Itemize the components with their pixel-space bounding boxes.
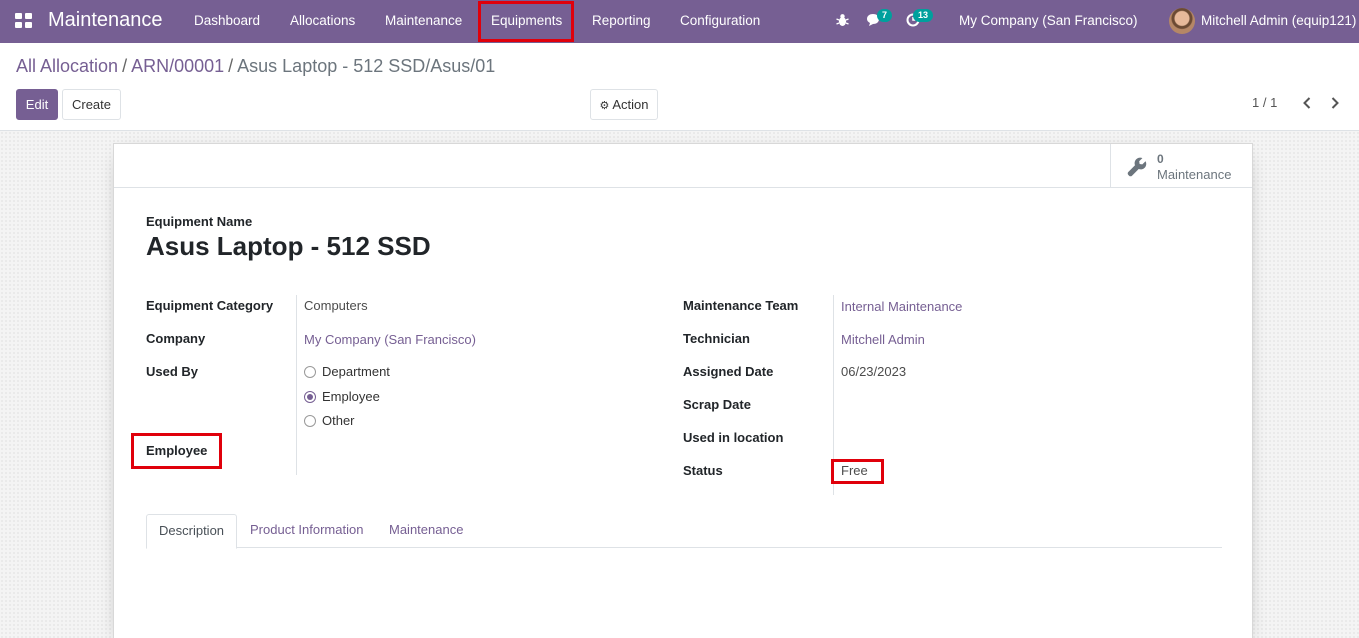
radio-checked-icon [304,390,316,403]
menu-allocations[interactable]: Allocations [290,0,355,43]
radio-label-other: Other [322,413,355,428]
top-navbar: Maintenance Dashboard Allocations Mainte… [0,0,1359,43]
maintenance-team-label: Maintenance Team [683,298,799,313]
debug-bug-icon[interactable] [836,13,849,27]
technician-value[interactable]: Mitchell Admin [841,332,925,347]
pager-previous-icon[interactable] [1302,97,1312,109]
form-sheet: 0 Maintenance Equipment Name Asus Laptop… [113,143,1253,638]
radio-unchecked-icon [304,414,316,427]
maintenance-smart-button[interactable]: 0 Maintenance [1110,144,1252,188]
messages-badge: 7 [877,9,893,22]
technician-label: Technician [683,331,750,346]
menu-dashboard[interactable]: Dashboard [194,0,260,43]
left-group-divider [296,295,297,475]
equipment-category-value[interactable]: Computers [304,298,368,313]
breadcrumb: All Allocation / ARN/00001/Asus Laptop - 5… [16,56,495,77]
menu-reporting[interactable]: Reporting [592,0,651,43]
pager-next-icon[interactable] [1330,97,1340,109]
wrench-icon [1127,157,1147,177]
radio-unchecked-icon [304,365,316,378]
user-menu[interactable]: Mitchell Admin (equip121) [1201,0,1356,42]
assigned-date-value[interactable]: 06/23/2023 [841,364,906,379]
maintenance-count: 0 [1157,152,1164,166]
tab-product-information[interactable]: Product Information [238,514,375,548]
gear-icon: ⚙ [599,100,610,112]
breadcrumb-separator: / [122,56,128,76]
employee-label: Employee [146,443,208,458]
used-by-other-radio[interactable]: Other [304,413,355,428]
company-label: Company [146,331,206,346]
used-by-label: Used By [146,364,199,379]
pager-value[interactable]: 1 / 1 [1252,95,1277,110]
menu-configuration[interactable]: Configuration [680,0,760,43]
breadcrumb-separator: / [228,56,234,76]
status-label: Status [683,463,723,478]
app-brand[interactable]: Maintenance [48,9,163,32]
edit-button[interactable]: Edit [16,89,58,120]
breadcrumb-current: Asus Laptop - 512 SSD/Asus/01 [237,56,496,76]
company-value[interactable]: My Company (San Francisco) [304,332,476,347]
menu-equipments[interactable]: Equipments [491,0,562,43]
equipment-category-label: Equipment Category [146,298,274,313]
breadcrumb-allocation-record[interactable]: ARN/00001 [131,56,224,76]
notebook-tabs: Description Product Information Maintena… [146,514,1222,549]
used-by-employee-radio[interactable]: Employee [304,389,380,404]
menu-maintenance[interactable]: Maintenance [385,0,462,43]
maintenance-team-value[interactable]: Internal Maintenance [841,299,962,314]
maintenance-count-label: Maintenance [1157,167,1232,182]
equipment-name-label: Equipment Name [146,214,253,229]
used-in-location-label: Used in location [683,430,784,445]
radio-label-employee: Employee [322,389,380,404]
status-value[interactable]: Free [841,463,868,478]
equipment-name[interactable]: Asus Laptop - 512 SSD [146,231,431,262]
control-panel: All Allocation / ARN/00001/Asus Laptop - 5… [0,43,1359,131]
used-by-department-radio[interactable]: Department [304,364,390,379]
create-button[interactable]: Create [62,89,121,120]
breadcrumb-all-allocation[interactable]: All Allocation [16,56,118,76]
activities-badge: 13 [913,9,934,22]
radio-label-department: Department [322,364,390,379]
assigned-date-label: Assigned Date [683,364,774,379]
scrap-date-label: Scrap Date [683,397,751,412]
action-label: Action [612,97,649,112]
tab-description[interactable]: Description [146,514,238,549]
user-avatar[interactable] [1169,8,1195,34]
action-button[interactable]: ⚙ Action [590,89,658,120]
right-group-divider [833,295,834,495]
tab-maintenance[interactable]: Maintenance [377,514,475,548]
apps-menu-icon[interactable] [15,13,33,29]
company-switcher[interactable]: My Company (San Francisco) [959,0,1138,42]
smart-button-box: 0 Maintenance [114,144,1252,188]
